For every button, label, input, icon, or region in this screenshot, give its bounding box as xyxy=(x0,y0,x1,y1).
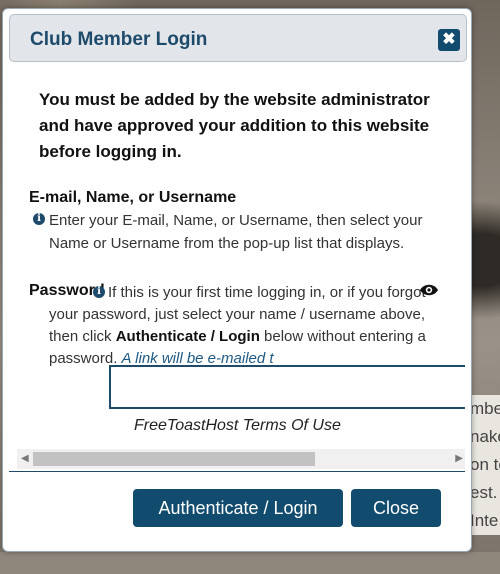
eye-icon[interactable] xyxy=(419,283,439,297)
background-text-line: nake xyxy=(470,427,500,446)
background-text-line: mbe xyxy=(470,399,500,418)
info-icon[interactable]: i xyxy=(93,286,105,298)
username-label: E-mail, Name, or Username xyxy=(29,189,237,206)
password-help-bold: Authenticate / Login xyxy=(115,328,260,345)
login-notice: You must be added by the website adminis… xyxy=(39,90,430,161)
username-help: Enter your E-mail, Name, or Username, th… xyxy=(49,212,423,252)
dialog-titlebar: Club Member Login ✖ xyxy=(9,14,467,62)
password-input[interactable] xyxy=(109,365,465,409)
horizontal-scrollbar[interactable]: ◀ ▶ xyxy=(17,449,465,469)
scroll-right-icon[interactable]: ▶ xyxy=(455,452,463,466)
scrollbar-thumb[interactable] xyxy=(33,452,315,466)
password-help: If this is your first time logging in, o… xyxy=(49,282,434,370)
background-strip xyxy=(0,552,500,574)
background-text-line: on to xyxy=(470,455,500,474)
login-dialog: Club Member Login ✖ You must be added by… xyxy=(2,8,472,552)
authenticate-login-button[interactable]: Authenticate / Login xyxy=(133,489,343,527)
background-text-line: Inte xyxy=(470,511,499,530)
dialog-title: Club Member Login xyxy=(30,29,208,50)
info-icon[interactable]: i xyxy=(33,213,45,225)
background-text-line: est. xyxy=(470,483,498,502)
background-page-text: mbe nake on to est. Inte xyxy=(468,395,500,535)
close-button[interactable]: Close xyxy=(351,489,441,527)
terms-link[interactable]: FreeToastHost Terms Of Use xyxy=(134,417,341,435)
close-icon[interactable]: ✖ xyxy=(438,29,460,51)
scroll-left-icon[interactable]: ◀ xyxy=(21,452,29,466)
footer-divider xyxy=(9,471,465,472)
dialog-content: You must be added by the website adminis… xyxy=(9,67,465,469)
